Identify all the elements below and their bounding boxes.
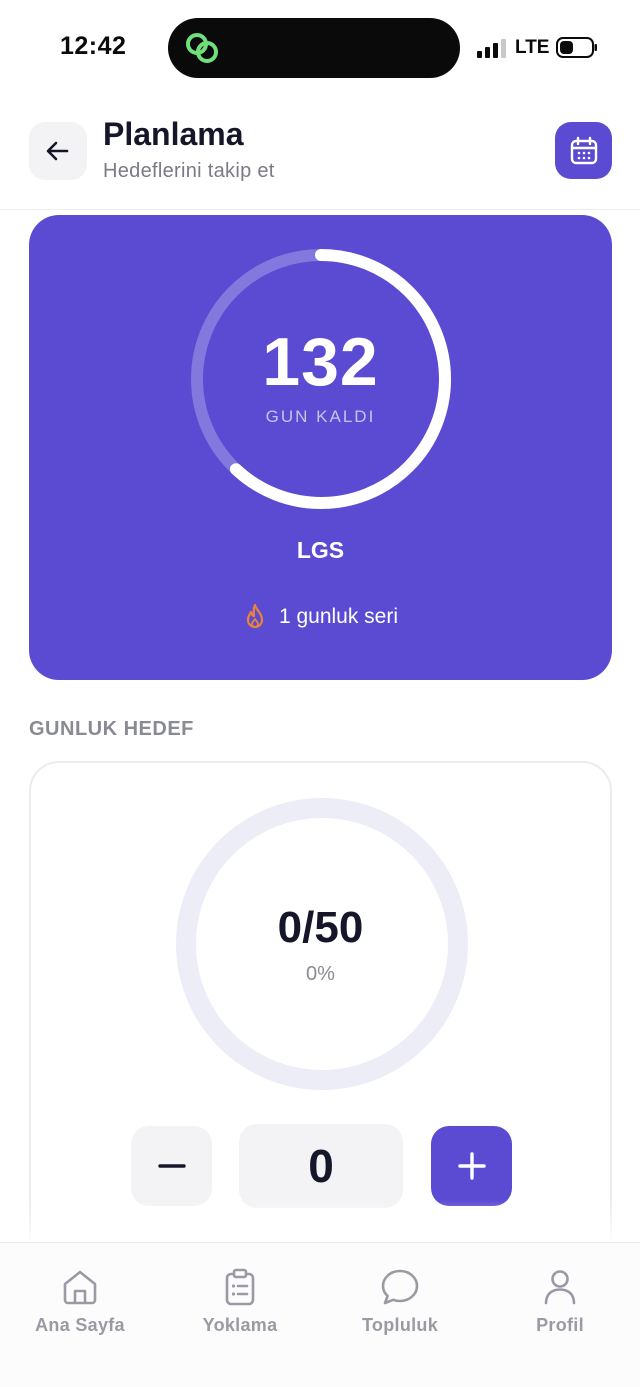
calendar-icon — [570, 136, 597, 164]
user-icon — [544, 1270, 576, 1305]
nav-item-community[interactable]: Topluluk — [320, 1267, 480, 1336]
bottom-nav: Ana Sayfa Yoklama Topluluk Profil — [0, 1242, 640, 1387]
decrement-button[interactable] — [131, 1126, 212, 1206]
signal-icon — [477, 39, 506, 58]
arrow-left-icon — [46, 141, 69, 161]
nav-item-home[interactable]: Ana Sayfa — [0, 1267, 160, 1336]
status-bar: 12:42 LTE — [0, 0, 640, 96]
days-remaining: 132 — [262, 324, 379, 400]
chat-bubble-icon — [381, 1269, 419, 1305]
nav-label: Ana Sayfa — [35, 1315, 125, 1335]
flame-icon — [246, 603, 264, 629]
nav-label: Yoklama — [202, 1315, 278, 1335]
minus-icon — [157, 1164, 186, 1168]
nav-label: Topluluk — [361, 1315, 439, 1335]
page-title: Planlama — [103, 116, 244, 152]
increment-button[interactable] — [431, 1126, 512, 1206]
clipboard-icon — [225, 1268, 255, 1306]
counter-value[interactable]: 0 — [239, 1124, 403, 1208]
days-remaining-label: GUN KALDI — [265, 407, 376, 426]
dynamic-island — [168, 18, 460, 78]
back-button[interactable] — [29, 122, 87, 180]
scroll-fade — [0, 1200, 640, 1245]
nav-label: Profil — [536, 1315, 584, 1335]
battery-icon — [556, 37, 597, 58]
nav-item-profile[interactable]: Profil — [480, 1267, 640, 1336]
calendar-button[interactable] — [555, 122, 612, 179]
streak-text: 1 gunluk seri — [278, 605, 399, 628]
daily-goal-count: 0/50 — [277, 903, 364, 952]
countdown-card: 132 GUN KALDI LGS 1 gunluk seri — [29, 215, 612, 680]
home-icon — [63, 1270, 97, 1305]
plus-icon — [457, 1152, 486, 1180]
nav-item-attendance[interactable]: Yoklama — [160, 1267, 320, 1336]
daily-goal-percent: 0% — [306, 963, 335, 985]
status-time: 12:42 — [60, 32, 127, 60]
page-subtitle: Hedeflerini takip et — [103, 160, 275, 182]
exam-name: LGS — [296, 537, 345, 563]
network-type: LTE — [515, 37, 550, 58]
link-rings-icon — [186, 33, 218, 63]
section-label-daily-goal: GUNLUK HEDEF — [29, 718, 194, 740]
header: Planlama Hedeflerini takip et — [0, 96, 640, 210]
streak: 1 gunluk seri — [29, 603, 612, 631]
